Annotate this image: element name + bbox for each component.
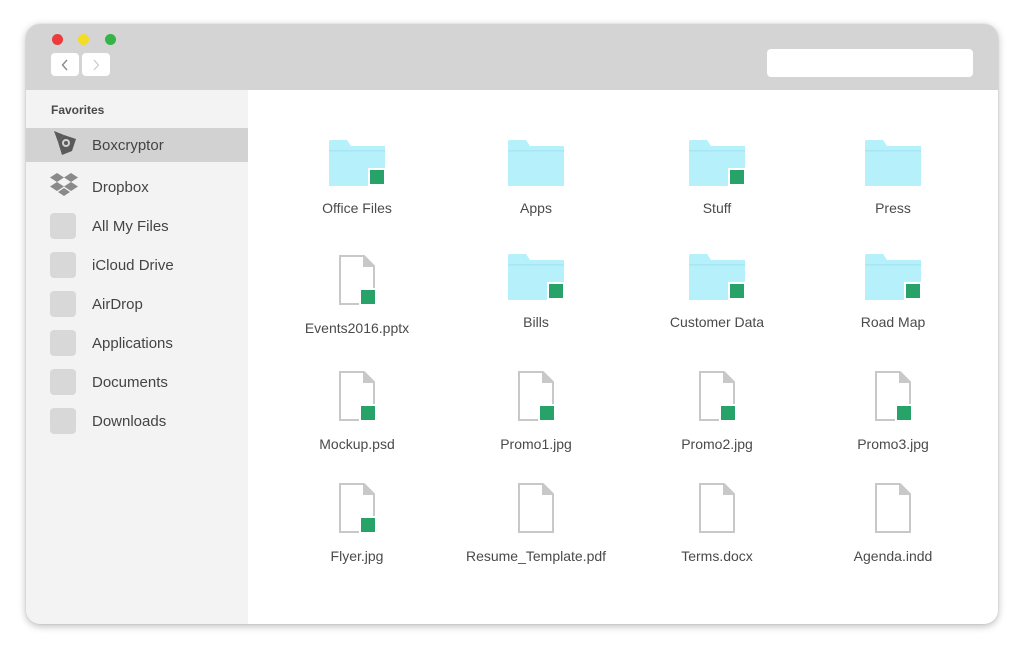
- item-label: Promo2.jpg: [681, 436, 753, 452]
- forward-button[interactable]: [82, 53, 110, 76]
- sidebar-item-label: All My Files: [92, 217, 169, 235]
- placeholder-icon: [50, 330, 76, 356]
- document-icon: [698, 370, 737, 422]
- item-label: Press: [875, 200, 911, 216]
- item-label: Office Files: [322, 200, 392, 216]
- file-item[interactable]: Promo1.jpg: [456, 370, 616, 452]
- folder-item[interactable]: Bills: [456, 254, 616, 334]
- file-item[interactable]: Mockup.psd: [277, 370, 437, 452]
- sidebar-item-documents[interactable]: Documents: [26, 365, 248, 399]
- sidebar-item-label: AirDrop: [92, 295, 143, 313]
- sidebar-item-boxcryptor[interactable]: Boxcryptor: [26, 128, 248, 162]
- back-button[interactable]: [51, 53, 79, 76]
- zoom-window-button[interactable]: [105, 34, 116, 45]
- item-label: Road Map: [860, 314, 926, 330]
- placeholder-icon: [50, 369, 76, 395]
- encrypted-badge-icon: [359, 288, 377, 306]
- item-label: Apps: [520, 200, 552, 216]
- folder-icon: [689, 140, 746, 186]
- item-label: Promo1.jpg: [500, 436, 572, 452]
- sidebar-item-label: iCloud Drive: [92, 256, 174, 274]
- sidebar-item-label: Applications: [92, 334, 173, 352]
- item-label: Promo3.jpg: [857, 436, 929, 452]
- folder-item[interactable]: Office Files: [277, 140, 437, 220]
- sidebar-item-label: Dropbox: [92, 178, 149, 196]
- sidebar-item-downloads[interactable]: Downloads: [26, 404, 248, 438]
- folder-icon: [865, 140, 921, 186]
- folder-item[interactable]: Stuff: [637, 140, 797, 220]
- sidebar-item-label: Documents: [92, 373, 168, 391]
- encrypted-badge-icon: [895, 404, 913, 422]
- encrypted-badge-icon: [904, 282, 922, 300]
- folder-item[interactable]: Apps: [456, 140, 616, 220]
- folder-item[interactable]: Road Map: [813, 254, 973, 334]
- file-item[interactable]: Flyer.jpg: [277, 482, 437, 564]
- folder-item[interactable]: Press: [813, 140, 973, 220]
- close-window-button[interactable]: [52, 34, 63, 45]
- chevron-right-icon: [93, 59, 100, 70]
- item-label: Customer Data: [669, 314, 765, 330]
- placeholder-icon: [50, 213, 76, 239]
- finder-window: Favorites Boxcryptor Dropbox All My File…: [26, 24, 998, 624]
- document-icon: [338, 482, 377, 534]
- item-label: Resume_Template.pdf: [465, 548, 607, 564]
- sidebar-item-dropbox[interactable]: Dropbox: [26, 170, 248, 204]
- item-label: Events2016.pptx: [304, 320, 410, 336]
- document-icon: [874, 370, 913, 422]
- sidebar-item-label: Downloads: [92, 412, 167, 430]
- encrypted-badge-icon: [728, 168, 746, 186]
- document-icon: [517, 370, 556, 422]
- document-icon: [874, 482, 912, 534]
- encrypted-badge-icon: [547, 282, 565, 300]
- sidebar-item-label: Boxcryptor: [92, 136, 164, 154]
- favorites-heading: Favorites: [51, 103, 105, 117]
- document-icon: [338, 254, 377, 306]
- item-label: Agenda.indd: [853, 548, 933, 564]
- file-grid: Office Files Apps Stuff Press Events2016.ppt…: [248, 90, 998, 624]
- placeholder-icon: [50, 252, 76, 278]
- encrypted-badge-icon: [359, 516, 377, 534]
- encrypted-badge-icon: [728, 282, 746, 300]
- file-item[interactable]: Terms.docx: [637, 482, 797, 564]
- minimize-window-button[interactable]: [78, 34, 89, 45]
- encrypted-badge-icon: [538, 404, 556, 422]
- file-item[interactable]: Promo2.jpg: [637, 370, 797, 452]
- encrypted-badge-icon: [359, 404, 377, 422]
- sidebar: Favorites Boxcryptor Dropbox All My File…: [26, 90, 248, 624]
- folder-icon: [508, 254, 565, 300]
- folder-item[interactable]: Customer Data: [637, 254, 797, 334]
- item-label: Stuff: [702, 200, 732, 216]
- chevron-left-icon: [61, 59, 68, 70]
- search-input[interactable]: [767, 49, 973, 77]
- sidebar-item-icloud-drive[interactable]: iCloud Drive: [26, 248, 248, 282]
- dropbox-icon: [50, 172, 78, 202]
- file-item[interactable]: Promo3.jpg: [813, 370, 973, 452]
- folder-icon: [329, 140, 386, 186]
- sidebar-item-all-my-files[interactable]: All My Files: [26, 209, 248, 243]
- sidebar-item-airdrop[interactable]: AirDrop: [26, 287, 248, 321]
- item-label: Mockup.psd: [319, 436, 395, 452]
- file-item[interactable]: Agenda.indd: [813, 482, 973, 564]
- document-icon: [338, 370, 377, 422]
- item-label: Flyer.jpg: [330, 548, 384, 564]
- encrypted-badge-icon: [719, 404, 737, 422]
- item-label: Bills: [523, 314, 549, 330]
- file-item[interactable]: Resume_Template.pdf: [456, 482, 616, 564]
- encrypted-badge-icon: [368, 168, 386, 186]
- folder-icon: [508, 140, 564, 186]
- title-bar: [26, 24, 998, 90]
- item-label: Terms.docx: [681, 548, 753, 564]
- sidebar-item-applications[interactable]: Applications: [26, 326, 248, 360]
- document-icon: [517, 482, 555, 534]
- placeholder-icon: [50, 291, 76, 317]
- folder-icon: [865, 254, 922, 300]
- placeholder-icon: [50, 408, 76, 434]
- boxcryptor-icon: [50, 129, 78, 161]
- file-item[interactable]: Events2016.pptx: [277, 254, 437, 336]
- folder-icon: [689, 254, 746, 300]
- document-icon: [698, 482, 736, 534]
